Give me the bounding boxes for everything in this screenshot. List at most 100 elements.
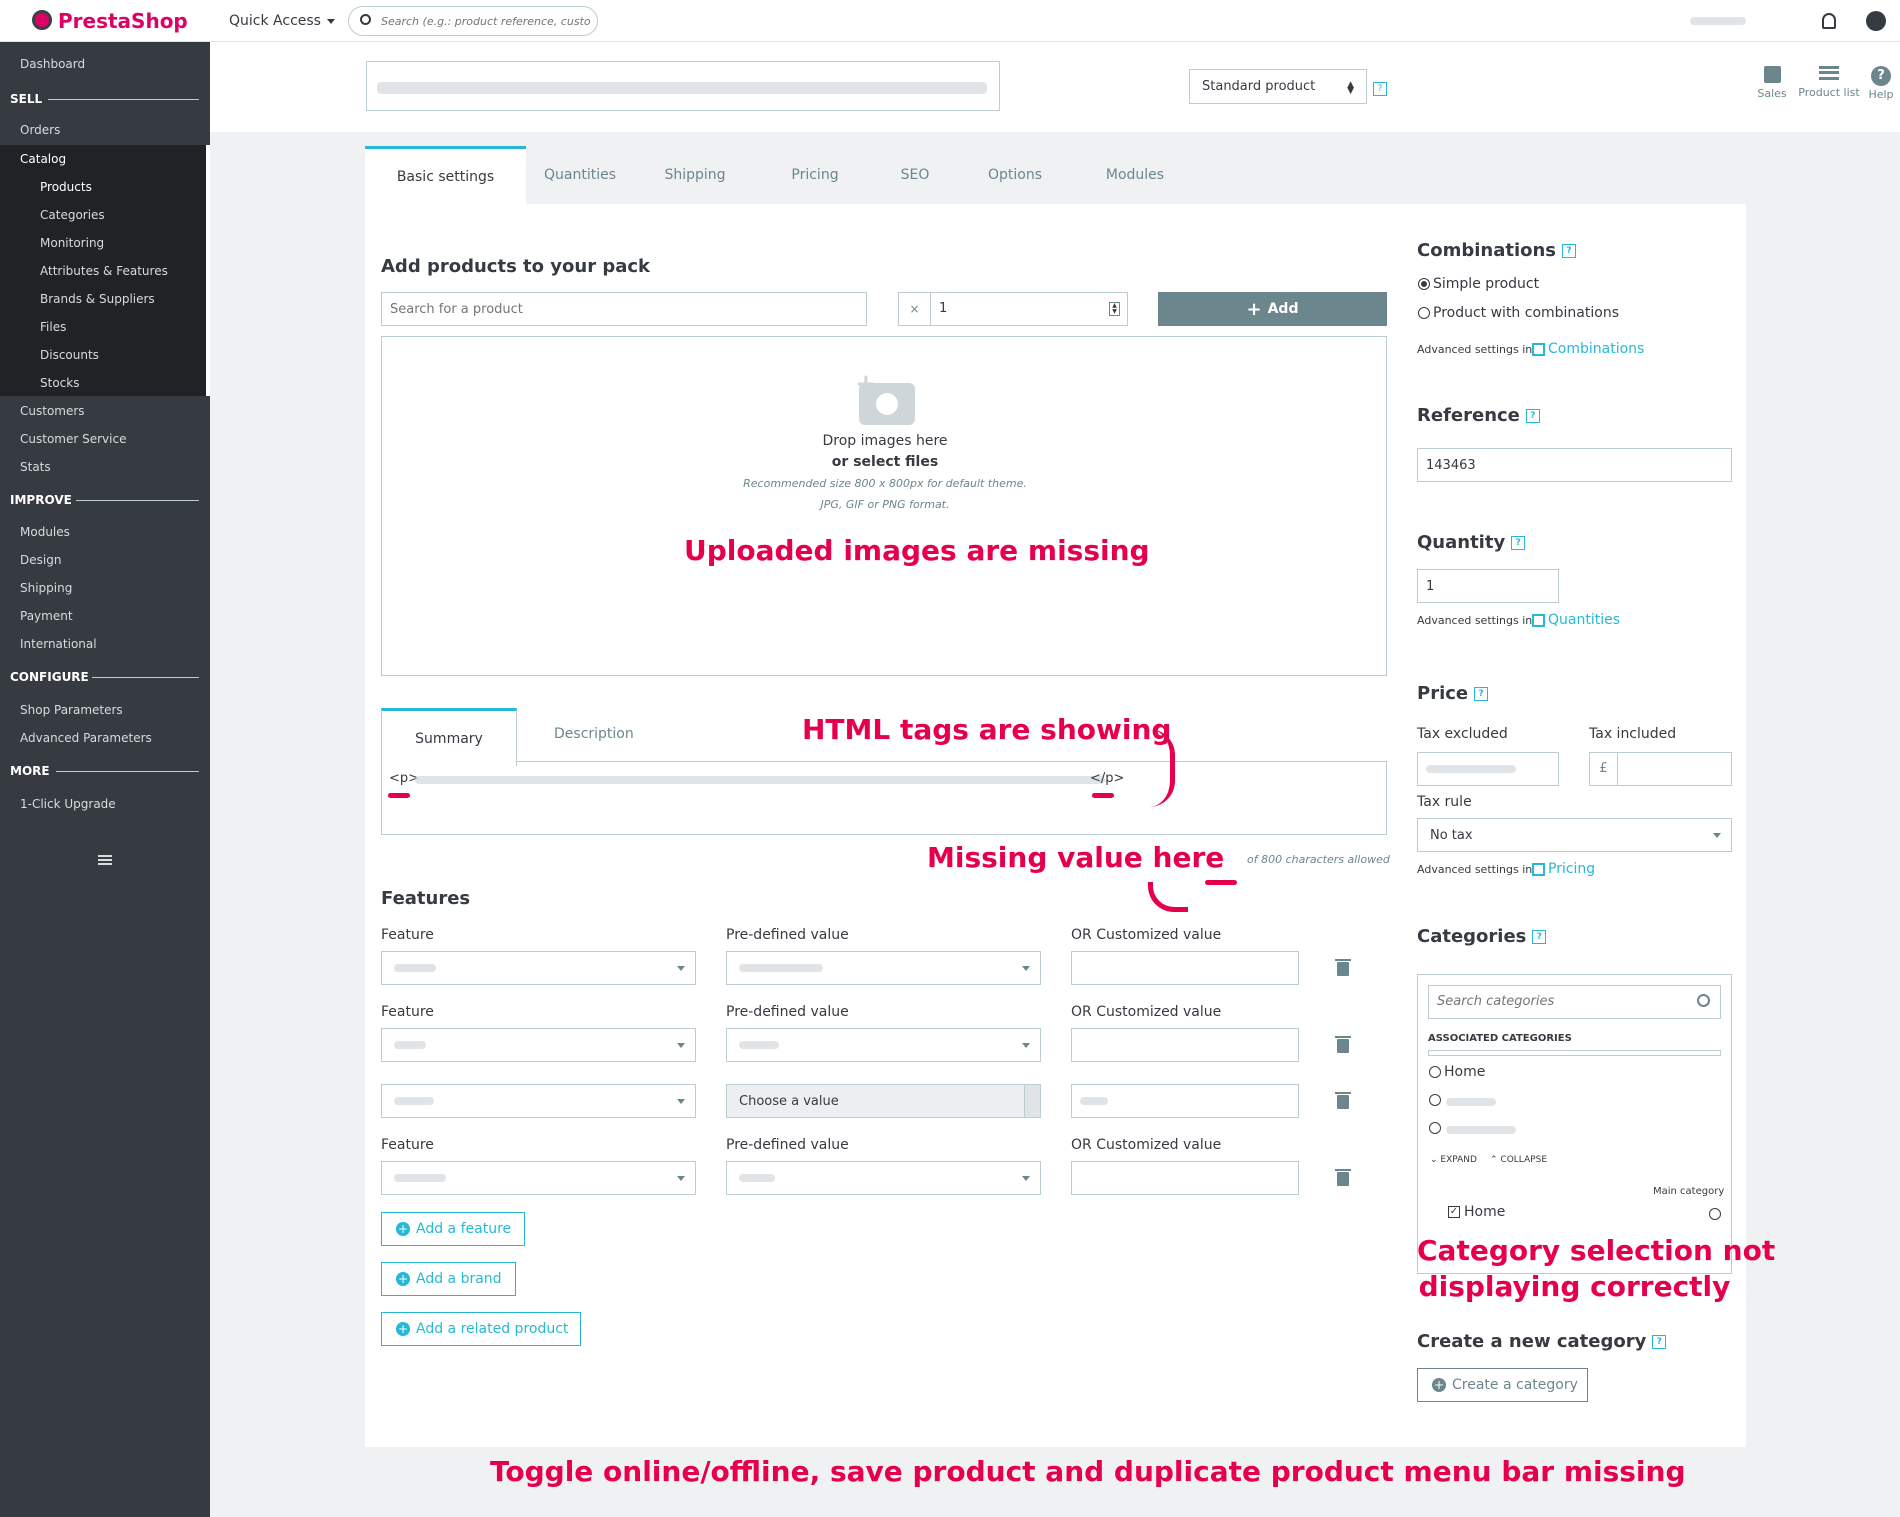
sidebar-item-international[interactable]: International bbox=[20, 637, 97, 651]
sidebar-item-modules[interactable]: Modules bbox=[20, 525, 70, 539]
predefined-select[interactable] bbox=[726, 1161, 1041, 1195]
home-checkbox[interactable]: ✓ bbox=[1448, 1206, 1460, 1218]
custom-value-input[interactable] bbox=[1071, 1084, 1299, 1118]
custom-value-input[interactable] bbox=[1071, 951, 1299, 985]
sidebar-item-payment[interactable]: Payment bbox=[20, 609, 73, 623]
sidebar-item-dashboard[interactable]: Dashboard bbox=[20, 57, 85, 71]
add-to-pack-button[interactable]: + Add bbox=[1158, 292, 1387, 326]
predefined-select-disabled[interactable]: Choose a value bbox=[726, 1084, 1041, 1118]
main-category-radio[interactable] bbox=[1709, 1208, 1721, 1220]
product-type-select[interactable]: Standard product ▲ ▼ bbox=[1189, 69, 1367, 104]
tab-seo[interactable]: SEO bbox=[875, 146, 955, 204]
sidebar-item-stats[interactable]: Stats bbox=[20, 460, 51, 474]
sidebar-item-customers[interactable]: Customers bbox=[20, 404, 85, 418]
quick-access-menu[interactable]: Quick Access bbox=[229, 13, 335, 29]
trash-icon[interactable] bbox=[1335, 1169, 1351, 1186]
pack-quantity[interactable]: × 1 ▲ ▼ bbox=[898, 292, 1128, 326]
sidebar-item-orders[interactable]: Orders bbox=[20, 123, 60, 137]
quantities-link[interactable]: Quantities bbox=[1532, 612, 1620, 628]
sidebar-item-customer-service[interactable]: Customer Service bbox=[20, 432, 126, 446]
category-radio[interactable] bbox=[1429, 1122, 1441, 1134]
help-icon[interactable]: ? bbox=[1562, 244, 1577, 258]
tax-rule-select[interactable]: No tax bbox=[1417, 818, 1732, 852]
summary-tab[interactable]: Summary bbox=[381, 708, 517, 766]
user-icon[interactable] bbox=[1866, 11, 1886, 31]
sidebar-item-shipping[interactable]: Shipping bbox=[20, 581, 72, 595]
category-search-input[interactable] bbox=[1437, 994, 1677, 1009]
logo-text[interactable]: PrestaShop bbox=[58, 9, 188, 33]
tab-pricing[interactable]: Pricing bbox=[765, 146, 865, 204]
feature-select[interactable] bbox=[381, 1028, 696, 1062]
category-radio-home[interactable] bbox=[1429, 1066, 1441, 1078]
predefined-select[interactable] bbox=[726, 951, 1041, 985]
collapse-button[interactable]: ⌃ COLLAPSE bbox=[1490, 1155, 1547, 1165]
price-tax-included-input[interactable]: £ bbox=[1589, 752, 1732, 786]
category-search[interactable] bbox=[1428, 985, 1721, 1019]
add-brand-button[interactable]: + Add a brand bbox=[381, 1262, 516, 1296]
product-list-button[interactable]: Product list bbox=[1794, 66, 1864, 99]
times-label: × bbox=[899, 293, 931, 325]
search-input[interactable] bbox=[381, 12, 591, 30]
sidebar-item-categories[interactable]: Categories bbox=[40, 208, 105, 222]
sidebar-item-stocks[interactable]: Stocks bbox=[40, 376, 79, 390]
prestashop-logo-icon[interactable] bbox=[32, 10, 52, 30]
sidebar-item-brands[interactable]: Brands & Suppliers bbox=[40, 292, 155, 306]
sidebar-item-shop-parameters[interactable]: Shop Parameters bbox=[20, 703, 123, 717]
custom-value-input[interactable] bbox=[1071, 1161, 1299, 1195]
tab-options[interactable]: Options bbox=[965, 146, 1065, 204]
description-tab[interactable]: Description bbox=[554, 726, 634, 742]
sidebar-item-discounts[interactable]: Discounts bbox=[40, 348, 99, 362]
trash-icon[interactable] bbox=[1335, 1036, 1351, 1053]
price-tax-excluded-input[interactable] bbox=[1417, 752, 1559, 786]
help-icon[interactable]: ? bbox=[1525, 409, 1540, 423]
feature-select[interactable] bbox=[381, 1084, 696, 1118]
sales-button[interactable]: Sales bbox=[1748, 66, 1796, 100]
product-name-input[interactable] bbox=[366, 61, 1000, 111]
help-icon[interactable]: ? bbox=[1474, 687, 1489, 701]
sidebar-item-attributes[interactable]: Attributes & Features bbox=[40, 264, 168, 278]
combinations-link[interactable]: Combinations bbox=[1532, 341, 1644, 357]
sidebar-item-design[interactable]: Design bbox=[20, 553, 61, 567]
expand-button[interactable]: ⌄ EXPAND bbox=[1430, 1155, 1477, 1165]
feature-select[interactable] bbox=[381, 951, 696, 985]
help-icon[interactable]: ? bbox=[1373, 82, 1387, 96]
pack-search-input[interactable] bbox=[381, 292, 867, 326]
add-feature-button[interactable]: + Add a feature bbox=[381, 1212, 525, 1246]
add-related-product-button[interactable]: + Add a related product bbox=[381, 1312, 581, 1346]
quantity-input[interactable]: 1 bbox=[1417, 569, 1559, 603]
reference-input[interactable]: 143463 bbox=[1417, 448, 1732, 482]
hamburger-icon[interactable] bbox=[98, 855, 112, 865]
create-category-button[interactable]: + Create a category bbox=[1417, 1368, 1588, 1402]
help-icon[interactable]: ? bbox=[1652, 1335, 1667, 1349]
custom-value-input[interactable] bbox=[1071, 1028, 1299, 1062]
tab-basic-settings[interactable]: Basic settings bbox=[365, 146, 526, 204]
image-dropzone[interactable]: + Drop images here or select files Recom… bbox=[381, 336, 1387, 676]
search-box[interactable] bbox=[348, 6, 598, 36]
help-button[interactable]: ? Help bbox=[1860, 66, 1900, 101]
help-icon[interactable]: ? bbox=[1532, 930, 1547, 944]
sidebar-item-files[interactable]: Files bbox=[40, 320, 66, 334]
help-icon[interactable]: ? bbox=[1511, 536, 1526, 550]
sidebar-item-monitoring[interactable]: Monitoring bbox=[40, 236, 104, 250]
bell-icon[interactable] bbox=[1822, 13, 1836, 29]
feature-select[interactable] bbox=[381, 1161, 696, 1195]
tab-modules[interactable]: Modules bbox=[1085, 146, 1185, 204]
search-icon[interactable] bbox=[1697, 994, 1710, 1007]
sidebar-item-catalog[interactable]: Catalog bbox=[20, 152, 66, 166]
trash-icon[interactable] bbox=[1335, 1092, 1351, 1109]
sidebar-item-advanced-parameters[interactable]: Advanced Parameters bbox=[20, 731, 152, 745]
simple-product-radio[interactable] bbox=[1418, 278, 1430, 290]
spinner-icon[interactable]: ▲ ▼ bbox=[1109, 302, 1120, 316]
pricing-link[interactable]: Pricing bbox=[1532, 861, 1595, 877]
select-files-link[interactable]: or select files bbox=[382, 454, 1388, 470]
combinations-radio[interactable] bbox=[1418, 307, 1430, 319]
summary-textarea[interactable]: <p> </p> bbox=[381, 761, 1387, 835]
predefined-select[interactable] bbox=[726, 1028, 1041, 1062]
sidebar-item-products[interactable]: Products bbox=[40, 180, 92, 194]
sidebar-item-upgrade[interactable]: 1-Click Upgrade bbox=[20, 797, 116, 811]
employee-name[interactable] bbox=[1690, 17, 1746, 25]
trash-icon[interactable] bbox=[1335, 959, 1351, 976]
tab-shipping[interactable]: Shipping bbox=[645, 146, 745, 204]
tab-quantities[interactable]: Quantities bbox=[530, 146, 630, 204]
category-radio[interactable] bbox=[1429, 1094, 1441, 1106]
